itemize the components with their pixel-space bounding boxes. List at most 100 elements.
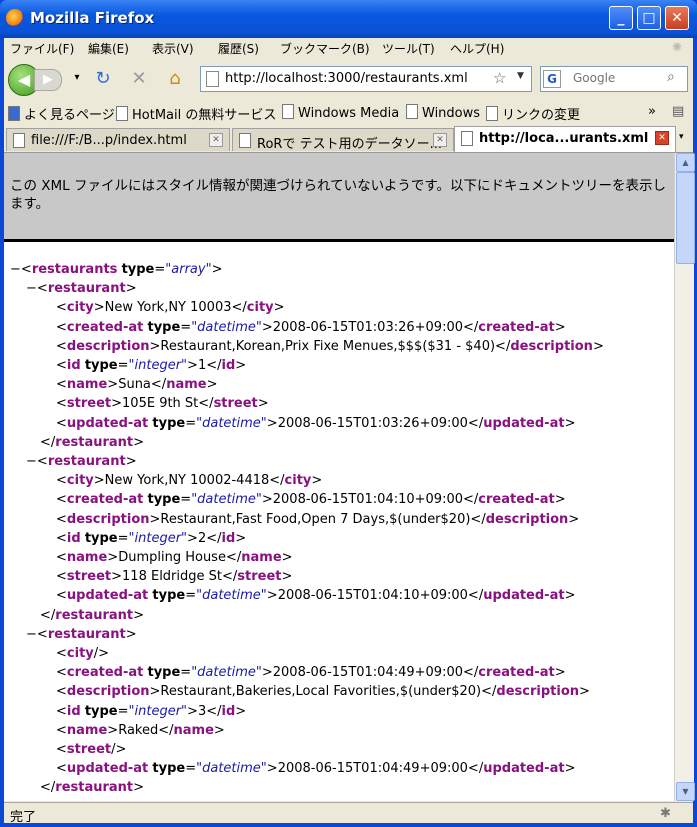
close-button[interactable]: ✕ bbox=[665, 6, 689, 30]
tag-bracket: > bbox=[266, 761, 278, 776]
xml-restaurant-open[interactable]: −<restaurant> bbox=[26, 280, 137, 298]
vertical-scrollbar[interactable]: ▲ ▼ bbox=[674, 153, 695, 801]
menu-tools[interactable]: ツール(T) bbox=[382, 40, 435, 57]
stop-icon[interactable]: ✕ bbox=[128, 68, 150, 89]
page-icon bbox=[282, 104, 294, 119]
bookmark-item[interactable]: よく見るページ bbox=[8, 104, 115, 123]
page-icon bbox=[13, 133, 25, 148]
scroll-down-icon[interactable]: ▼ bbox=[676, 782, 695, 801]
tag-bracket: > bbox=[281, 550, 293, 565]
scroll-thumb[interactable] bbox=[676, 172, 695, 264]
element-text: New York,NY 10002-4418 bbox=[104, 473, 270, 488]
tab-bar: file:///F:/B...p/index.html ✕ RoRで テスト用の… bbox=[4, 126, 693, 153]
bookmark-item[interactable]: Windows bbox=[406, 104, 480, 121]
scroll-up-icon[interactable]: ▲ bbox=[676, 153, 695, 172]
element-name: street bbox=[237, 569, 282, 584]
element-name: restaurants bbox=[31, 262, 118, 277]
attribute-value: "integer" bbox=[128, 531, 188, 546]
element-name: description bbox=[510, 339, 593, 354]
tag-bracket: < bbox=[36, 281, 48, 296]
xml-root-open[interactable]: −<restaurants type="array"> bbox=[10, 261, 222, 279]
menu-view[interactable]: 表示(V) bbox=[152, 40, 194, 57]
tag-bracket: </ bbox=[198, 396, 214, 411]
tag-bracket: > bbox=[564, 761, 576, 776]
page-icon bbox=[239, 133, 251, 148]
bookmark-star-icon[interactable]: ☆ bbox=[493, 69, 506, 87]
attribute-name: type bbox=[152, 761, 186, 776]
menu-bookmarks[interactable]: ブックマーク(B) bbox=[280, 40, 370, 57]
element-name: description bbox=[496, 684, 580, 699]
bookmark-item[interactable]: HotMail の無料サービス bbox=[116, 104, 276, 123]
element-name: updated-at bbox=[66, 416, 149, 431]
tag-bracket: < bbox=[56, 569, 67, 584]
tag-bracket: < bbox=[56, 742, 67, 757]
xml-restaurant-open[interactable]: −<restaurant> bbox=[26, 453, 137, 471]
tag-bracket: </ bbox=[463, 320, 479, 335]
firefox-logo-icon bbox=[6, 9, 24, 27]
search-box[interactable]: G ⌕ bbox=[540, 66, 688, 92]
tag-bracket: </ bbox=[206, 531, 222, 546]
tag-bracket: > bbox=[187, 704, 198, 719]
tab-ror[interactable]: RoRで テスト用のデータソー... ✕ bbox=[232, 128, 454, 151]
xml-element-line: <city>New York,NY 10003</city> bbox=[56, 299, 285, 317]
equals: = bbox=[180, 492, 192, 507]
history-dropdown-icon[interactable]: ▾ bbox=[66, 72, 88, 83]
element-name: city bbox=[66, 300, 94, 315]
title-bar[interactable]: Mozilla Firefox _ □ ✕ bbox=[0, 0, 697, 38]
element-name: created-at bbox=[66, 665, 144, 680]
element-text: Dumpling House bbox=[118, 550, 226, 565]
search-icon[interactable]: ⌕ bbox=[667, 69, 675, 85]
google-engine-icon[interactable]: G bbox=[543, 70, 561, 88]
tab-list-icon[interactable]: ▾ bbox=[679, 132, 684, 142]
tag-bracket: > bbox=[111, 396, 123, 411]
url-dropdown-icon[interactable]: ▼ bbox=[517, 71, 524, 81]
element-name: street bbox=[66, 569, 112, 584]
url-input[interactable] bbox=[225, 69, 485, 87]
forward-button[interactable]: ▶ bbox=[34, 69, 62, 91]
tag-bracket: > bbox=[273, 300, 285, 315]
page-content: この XML ファイルにはスタイル情報が関連づけられていないようです。以下にドキ… bbox=[4, 153, 674, 801]
bookmarks-overflow-button[interactable]: » bbox=[648, 104, 656, 119]
bookmark-item[interactable]: リンクの変更 bbox=[486, 104, 580, 123]
tab-index[interactable]: file:///F:/B...p/index.html ✕ bbox=[6, 128, 230, 151]
url-bar[interactable]: ☆ ▼ bbox=[200, 66, 532, 92]
xml-element-line: <description>Restaurant,Fast Food,Open 7… bbox=[56, 511, 579, 529]
tag-bracket: < bbox=[56, 512, 67, 527]
menu-help[interactable]: ヘルプ(H) bbox=[450, 40, 504, 57]
tag-bracket: </ bbox=[231, 300, 247, 315]
element-name: updated-at bbox=[66, 588, 149, 603]
tab-close-icon[interactable]: ✕ bbox=[655, 131, 669, 145]
browser-frame: ファイル(F) 編集(E) 表示(V) 履歴(S) ブックマーク(B) ツール(… bbox=[4, 38, 695, 825]
tag-bracket: < bbox=[56, 704, 67, 719]
attribute-value: "datetime" bbox=[191, 320, 262, 335]
bookmark-item[interactable]: Windows Media bbox=[282, 104, 399, 121]
search-input[interactable] bbox=[573, 70, 661, 86]
tag-bracket: > bbox=[261, 665, 273, 680]
equals: = bbox=[154, 262, 166, 277]
xml-restaurant-open[interactable]: −<restaurant> bbox=[26, 626, 137, 644]
tab-restaurants-xml[interactable]: http://loca...urants.xml ✕ bbox=[454, 126, 676, 152]
tab-close-icon[interactable]: ✕ bbox=[209, 133, 223, 147]
home-icon[interactable]: ⌂ bbox=[164, 68, 186, 89]
page-icon bbox=[486, 106, 498, 121]
tag-bracket: > bbox=[133, 780, 145, 795]
status-bar: 完了 ✱ bbox=[4, 802, 693, 825]
element-name: name bbox=[66, 377, 108, 392]
element-name: created-at bbox=[66, 320, 144, 335]
menu-file[interactable]: ファイル(F) bbox=[10, 40, 74, 57]
xml-element-line: <updated-at type="datetime">2008-06-15T0… bbox=[56, 415, 575, 433]
menu-bar: ファイル(F) 編集(E) 表示(V) 履歴(S) ブックマーク(B) ツール(… bbox=[4, 38, 693, 58]
element-name: created-at bbox=[66, 492, 144, 507]
maximize-button[interactable]: □ bbox=[637, 6, 661, 30]
reload-icon[interactable]: ↻ bbox=[92, 68, 114, 89]
print-icon[interactable]: ▤ bbox=[672, 104, 684, 119]
menu-history[interactable]: 履歴(S) bbox=[218, 40, 259, 57]
element-name: id bbox=[221, 358, 236, 373]
tag-bracket: < bbox=[56, 339, 67, 354]
tag-bracket: > bbox=[266, 416, 278, 431]
menu-edit[interactable]: 編集(E) bbox=[88, 40, 129, 57]
minimize-button[interactable]: _ bbox=[609, 6, 633, 30]
attribute-name: type bbox=[84, 531, 118, 546]
tag-bracket: > bbox=[206, 377, 218, 392]
tab-close-icon[interactable]: ✕ bbox=[433, 133, 447, 147]
